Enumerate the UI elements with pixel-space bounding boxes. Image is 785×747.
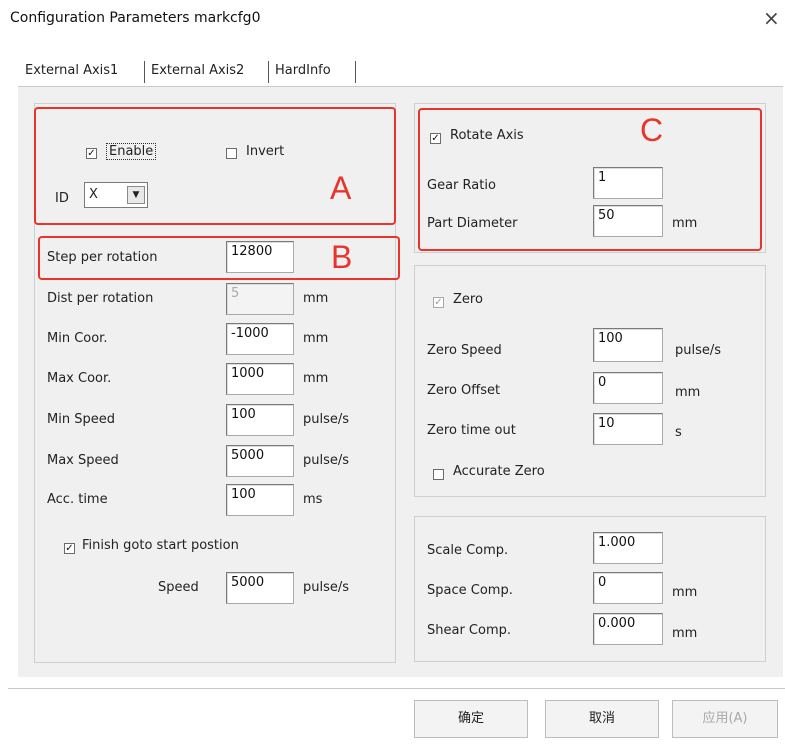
zero-offset-label: Zero Offset bbox=[427, 383, 501, 398]
min-speed-input[interactable]: 100 bbox=[226, 404, 294, 436]
max-speed-label: Max Speed bbox=[47, 453, 119, 468]
shear-comp-label: Shear Comp. bbox=[427, 623, 512, 638]
annotation-box-a bbox=[34, 107, 396, 225]
accurate-zero-label: Accurate Zero bbox=[453, 464, 545, 479]
max-speed-unit: pulse/s bbox=[303, 453, 350, 468]
zero-speed-label: Zero Speed bbox=[427, 343, 502, 358]
dist-per-rotation-unit: mm bbox=[303, 291, 329, 306]
finish-goto-label: Finish goto start postion bbox=[82, 538, 239, 553]
footer-divider bbox=[8, 688, 785, 689]
apply-button[interactable]: 应用(A) bbox=[672, 700, 778, 738]
min-coor-input[interactable]: -1000 bbox=[226, 323, 294, 355]
zero-offset-input[interactable]: 0 bbox=[593, 372, 663, 404]
acc-time-unit: ms bbox=[303, 492, 323, 507]
annotation-label-b: B bbox=[331, 239, 353, 275]
zero-timeout-unit: s bbox=[675, 425, 682, 440]
max-coor-label: Max Coor. bbox=[47, 371, 112, 386]
window-title: Configuration Parameters markcfg0 bbox=[10, 10, 261, 26]
space-comp-unit: mm bbox=[672, 585, 698, 600]
acc-time-label: Acc. time bbox=[47, 492, 108, 507]
cancel-button[interactable]: 取消 bbox=[545, 700, 659, 738]
annotation-label-c: C bbox=[640, 112, 664, 148]
max-coor-input[interactable]: 1000 bbox=[226, 363, 294, 395]
shear-comp-input[interactable]: 0.000 bbox=[593, 613, 663, 645]
scale-comp-label: Scale Comp. bbox=[427, 543, 509, 558]
zero-timeout-label: Zero time out bbox=[427, 423, 516, 438]
close-icon[interactable]: × bbox=[763, 6, 780, 30]
tab-separator bbox=[355, 61, 356, 83]
accurate-zero-checkbox[interactable] bbox=[433, 469, 444, 480]
annotation-label-a: A bbox=[330, 170, 352, 206]
speed-label: Speed bbox=[158, 580, 199, 595]
scale-comp-input[interactable]: 1.000 bbox=[593, 532, 663, 564]
tab-external-axis1[interactable]: External Axis1 bbox=[25, 58, 118, 84]
tab-external-axis2[interactable]: External Axis2 bbox=[151, 58, 244, 84]
ok-button[interactable]: 确定 bbox=[414, 700, 528, 738]
dist-per-rotation-label: Dist per rotation bbox=[47, 291, 154, 306]
space-comp-label: Space Comp. bbox=[427, 583, 513, 598]
min-coor-label: Min Coor. bbox=[47, 331, 108, 346]
tab-hardinfo[interactable]: HardInfo bbox=[275, 58, 331, 84]
zero-label: Zero bbox=[453, 292, 483, 307]
max-speed-input[interactable]: 5000 bbox=[226, 445, 294, 477]
zero-timeout-input[interactable]: 10 bbox=[593, 413, 663, 445]
shear-comp-unit: mm bbox=[672, 626, 698, 641]
zero-speed-unit: pulse/s bbox=[675, 343, 722, 358]
speed-input[interactable]: 5000 bbox=[226, 572, 294, 604]
annotation-box-c bbox=[418, 108, 762, 251]
acc-time-input[interactable]: 100 bbox=[226, 484, 294, 516]
zero-checkbox: ✓ bbox=[433, 297, 444, 308]
min-speed-unit: pulse/s bbox=[303, 412, 350, 427]
zero-offset-unit: mm bbox=[675, 385, 701, 400]
tab-separator bbox=[144, 61, 145, 83]
dist-per-rotation-input: 5 bbox=[226, 283, 294, 315]
tab-separator bbox=[268, 61, 269, 83]
space-comp-input[interactable]: 0 bbox=[593, 572, 663, 604]
finish-goto-checkbox[interactable]: ✓ bbox=[64, 543, 75, 554]
min-speed-label: Min Speed bbox=[47, 412, 115, 427]
min-coor-unit: mm bbox=[303, 331, 329, 346]
zero-speed-input[interactable]: 100 bbox=[593, 328, 663, 362]
speed-unit: pulse/s bbox=[303, 580, 350, 595]
max-coor-unit: mm bbox=[303, 371, 329, 386]
